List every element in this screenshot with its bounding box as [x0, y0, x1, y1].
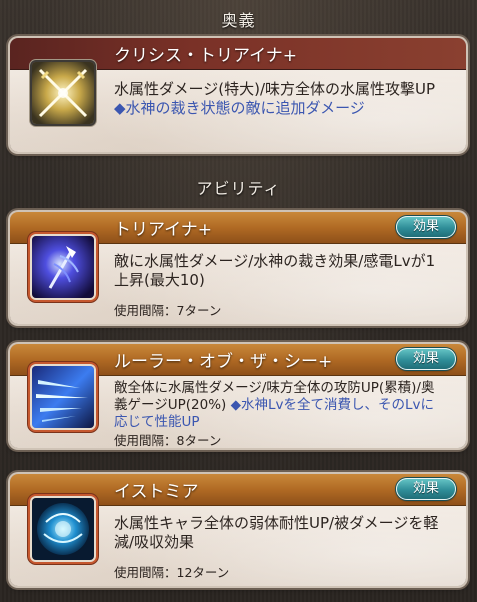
- trident-icon: [32, 236, 94, 298]
- ougi-section-title: 奥義: [221, 11, 256, 30]
- ability-1-name: トリアイナ+: [114, 220, 213, 240]
- crossed-swords-icon: [32, 62, 94, 124]
- ability-2-effect-button[interactable]: 効果: [396, 348, 456, 370]
- ability-section-title: アビリティ: [196, 179, 281, 198]
- ability-1-effect-button[interactable]: 効果: [396, 216, 456, 238]
- ability-card-1: トリアイナ+ 効果 敵に水属性ダメージ/水神の裁き効果/感電Lvが1上昇(最大1…: [10, 212, 466, 324]
- ability-3-effect-button[interactable]: 効果: [396, 478, 456, 500]
- ability-1-description: 敵に水属性ダメージ/水神の裁き効果/感電Lvが1上昇(最大10): [114, 252, 436, 289]
- ability-2-cooldown: 使用間隔：8ターン: [114, 433, 222, 448]
- ability-3-name: イストミア: [114, 482, 199, 502]
- ougi-description-block: 水属性ダメージ(特大)/味方全体の水属性攻撃UP ◆水神の裁き状態の敵に追加ダメ…: [114, 80, 444, 118]
- ability-1-cooldown: 使用間隔：7ターン: [114, 303, 222, 318]
- ability-card-3: イストミア 効果 水属性キャラ全体の弱体耐性UP/被ダメージを軽減/吸収効果 使…: [10, 474, 466, 586]
- water-spears-icon: [32, 366, 94, 428]
- ougi-section-header: 奥義: [0, 2, 477, 36]
- ougi-note: ◆水神の裁き状態の敵に追加ダメージ: [114, 99, 365, 117]
- ougi-description: 水属性ダメージ(特大)/味方全体の水属性攻撃UP: [114, 80, 436, 98]
- ougi-card: クリシス・トリアイナ+ 水属性ダメージ(特大)/味方全体の水属性攻撃UP ◆水神…: [10, 38, 466, 152]
- ability-card-2: ルーラー・オブ・ザ・シー+ 効果 敵全体に水属性ダメージ/味方全体の攻防UP(累…: [10, 344, 466, 448]
- ougi-name: クリシス・トリアイナ+: [114, 46, 298, 66]
- ability-2-name: ルーラー・オブ・ザ・シー+: [114, 352, 333, 372]
- ability-2-description-block: 敵全体に水属性ダメージ/味方全体の攻防UP(累積)/奥義ゲージUP(20%) ◆…: [114, 380, 444, 431]
- water-orb-icon: [32, 498, 94, 560]
- ability-3-description: 水属性キャラ全体の弱体耐性UP/被ダメージを軽減/吸収効果: [114, 514, 439, 551]
- ability-3-cooldown: 使用間隔：12ターン: [114, 565, 230, 580]
- ability-section-header: アビリティ: [0, 170, 477, 204]
